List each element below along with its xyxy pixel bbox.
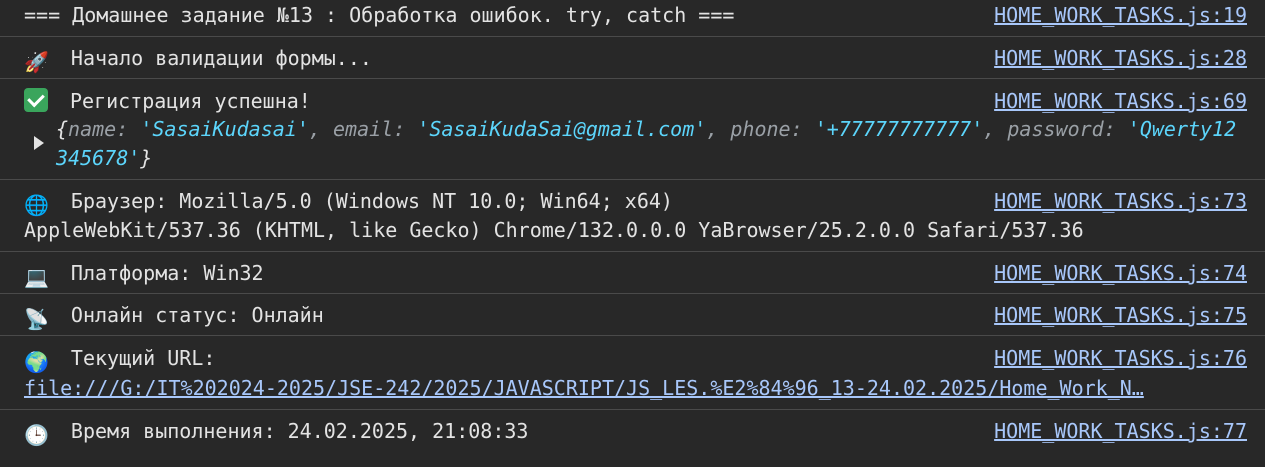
clock-icon: 🕒 <box>24 423 49 447</box>
console-line: 🌍 Текущий URL: <box>24 343 216 374</box>
source-link[interactable]: HOME_WORK_TASKS.js:75 <box>994 300 1247 330</box>
console-panel: === Домашнее задание №13 : Обработка оши… <box>0 0 1265 467</box>
console-message-continuation: AppleWebKit/537.36 (KHTML, like Gecko) C… <box>24 218 1084 242</box>
satellite-antenna-icon: 📡 <box>24 307 49 331</box>
console-entry-registration: Регистрация успешна! HOME_WORK_TASKS.js:… <box>0 79 1265 180</box>
console-line: 📡 Онлайн статус: Онлайн <box>24 300 324 331</box>
console-entry-title: === Домашнее задание №13 : Обработка оши… <box>0 0 1265 37</box>
source-link[interactable]: HOME_WORK_TASKS.js:74 <box>994 258 1247 288</box>
console-line: Регистрация успешна! <box>24 86 311 116</box>
console-entry-online-status: 📡 Онлайн статус: Онлайн HOME_WORK_TASKS.j… <box>0 294 1265 336</box>
console-entry-url: 🌍 Текущий URL: HOME_WORK_TASKS.js:76 file… <box>0 336 1265 410</box>
source-link[interactable]: HOME_WORK_TASKS.js:73 <box>994 186 1247 216</box>
source-link[interactable]: HOME_WORK_TASKS.js:77 <box>994 416 1247 446</box>
current-url-link[interactable]: file:///G:/IT%202024-2025/JSE-242/2025/J… <box>24 373 1249 403</box>
registration-object-preview[interactable]: {name: 'SasaiKudasai', email: 'SasaiKuda… <box>56 115 1246 173</box>
console-line: 🕒 Время выполнения: 24.02.2025, 21:08:33 <box>24 416 529 447</box>
object-value: 'SasaiKudaSai@gmail.com' <box>417 117 707 141</box>
source-link[interactable]: HOME_WORK_TASKS.js:69 <box>994 86 1247 116</box>
console-entry-validation-start: 🚀 Начало валидации формы... HOME_WORK_TAS… <box>0 37 1265 79</box>
computer-icon: 💻 <box>24 265 49 289</box>
source-link[interactable]: HOME_WORK_TASKS.js:76 <box>994 343 1247 373</box>
object-key: phone <box>730 117 791 141</box>
console-message: === Домашнее задание №13 : Обработка оши… <box>24 3 735 27</box>
console-message: Время выполнения: 24.02.2025, 21:08:33 <box>70 419 529 443</box>
object-key: email <box>332 117 394 141</box>
console-line: 🚀 Начало валидации формы... <box>24 43 372 74</box>
check-icon <box>24 88 48 112</box>
object-value: 'SasaiKudasai' <box>140 117 309 141</box>
object-key: name <box>68 117 117 141</box>
console-message: Начало валидации формы... <box>70 46 372 70</box>
console-entry-browser: 🌐 Браузер: Mozilla/5.0 (Windows NT 10.0; … <box>0 180 1265 252</box>
console-message: Регистрация успешна! <box>70 89 311 113</box>
console-entry-time: 🕒 Время выполнения: 24.02.2025, 21:08:33 … <box>0 410 1265 455</box>
rocket-icon: 🚀 <box>24 50 49 74</box>
globe-earth-icon: 🌍 <box>24 350 49 374</box>
source-link[interactable]: HOME_WORK_TASKS.js:19 <box>994 0 1247 30</box>
console-line: 💻 Платформа: Win32 <box>24 258 264 289</box>
console-line: 🌐 Браузер: Mozilla/5.0 (Windows NT 10.0; … <box>24 186 673 217</box>
object-key: password <box>1007 117 1104 141</box>
expand-object-triangle-icon[interactable] <box>34 136 44 150</box>
console-message: Платформа: Win32 <box>70 261 264 285</box>
console-message: Текущий URL: <box>70 346 216 370</box>
console-message: Браузер: Mozilla/5.0 (Windows NT 10.0; W… <box>70 189 673 213</box>
globe-icon: 🌐 <box>24 193 49 217</box>
console-message: Онлайн статус: Онлайн <box>70 303 324 327</box>
console-entry-platform: 💻 Платформа: Win32 HOME_WORK_TASKS.js:74 <box>0 252 1265 294</box>
object-value: '+77777777777' <box>814 117 984 141</box>
source-link[interactable]: HOME_WORK_TASKS.js:28 <box>994 43 1247 73</box>
